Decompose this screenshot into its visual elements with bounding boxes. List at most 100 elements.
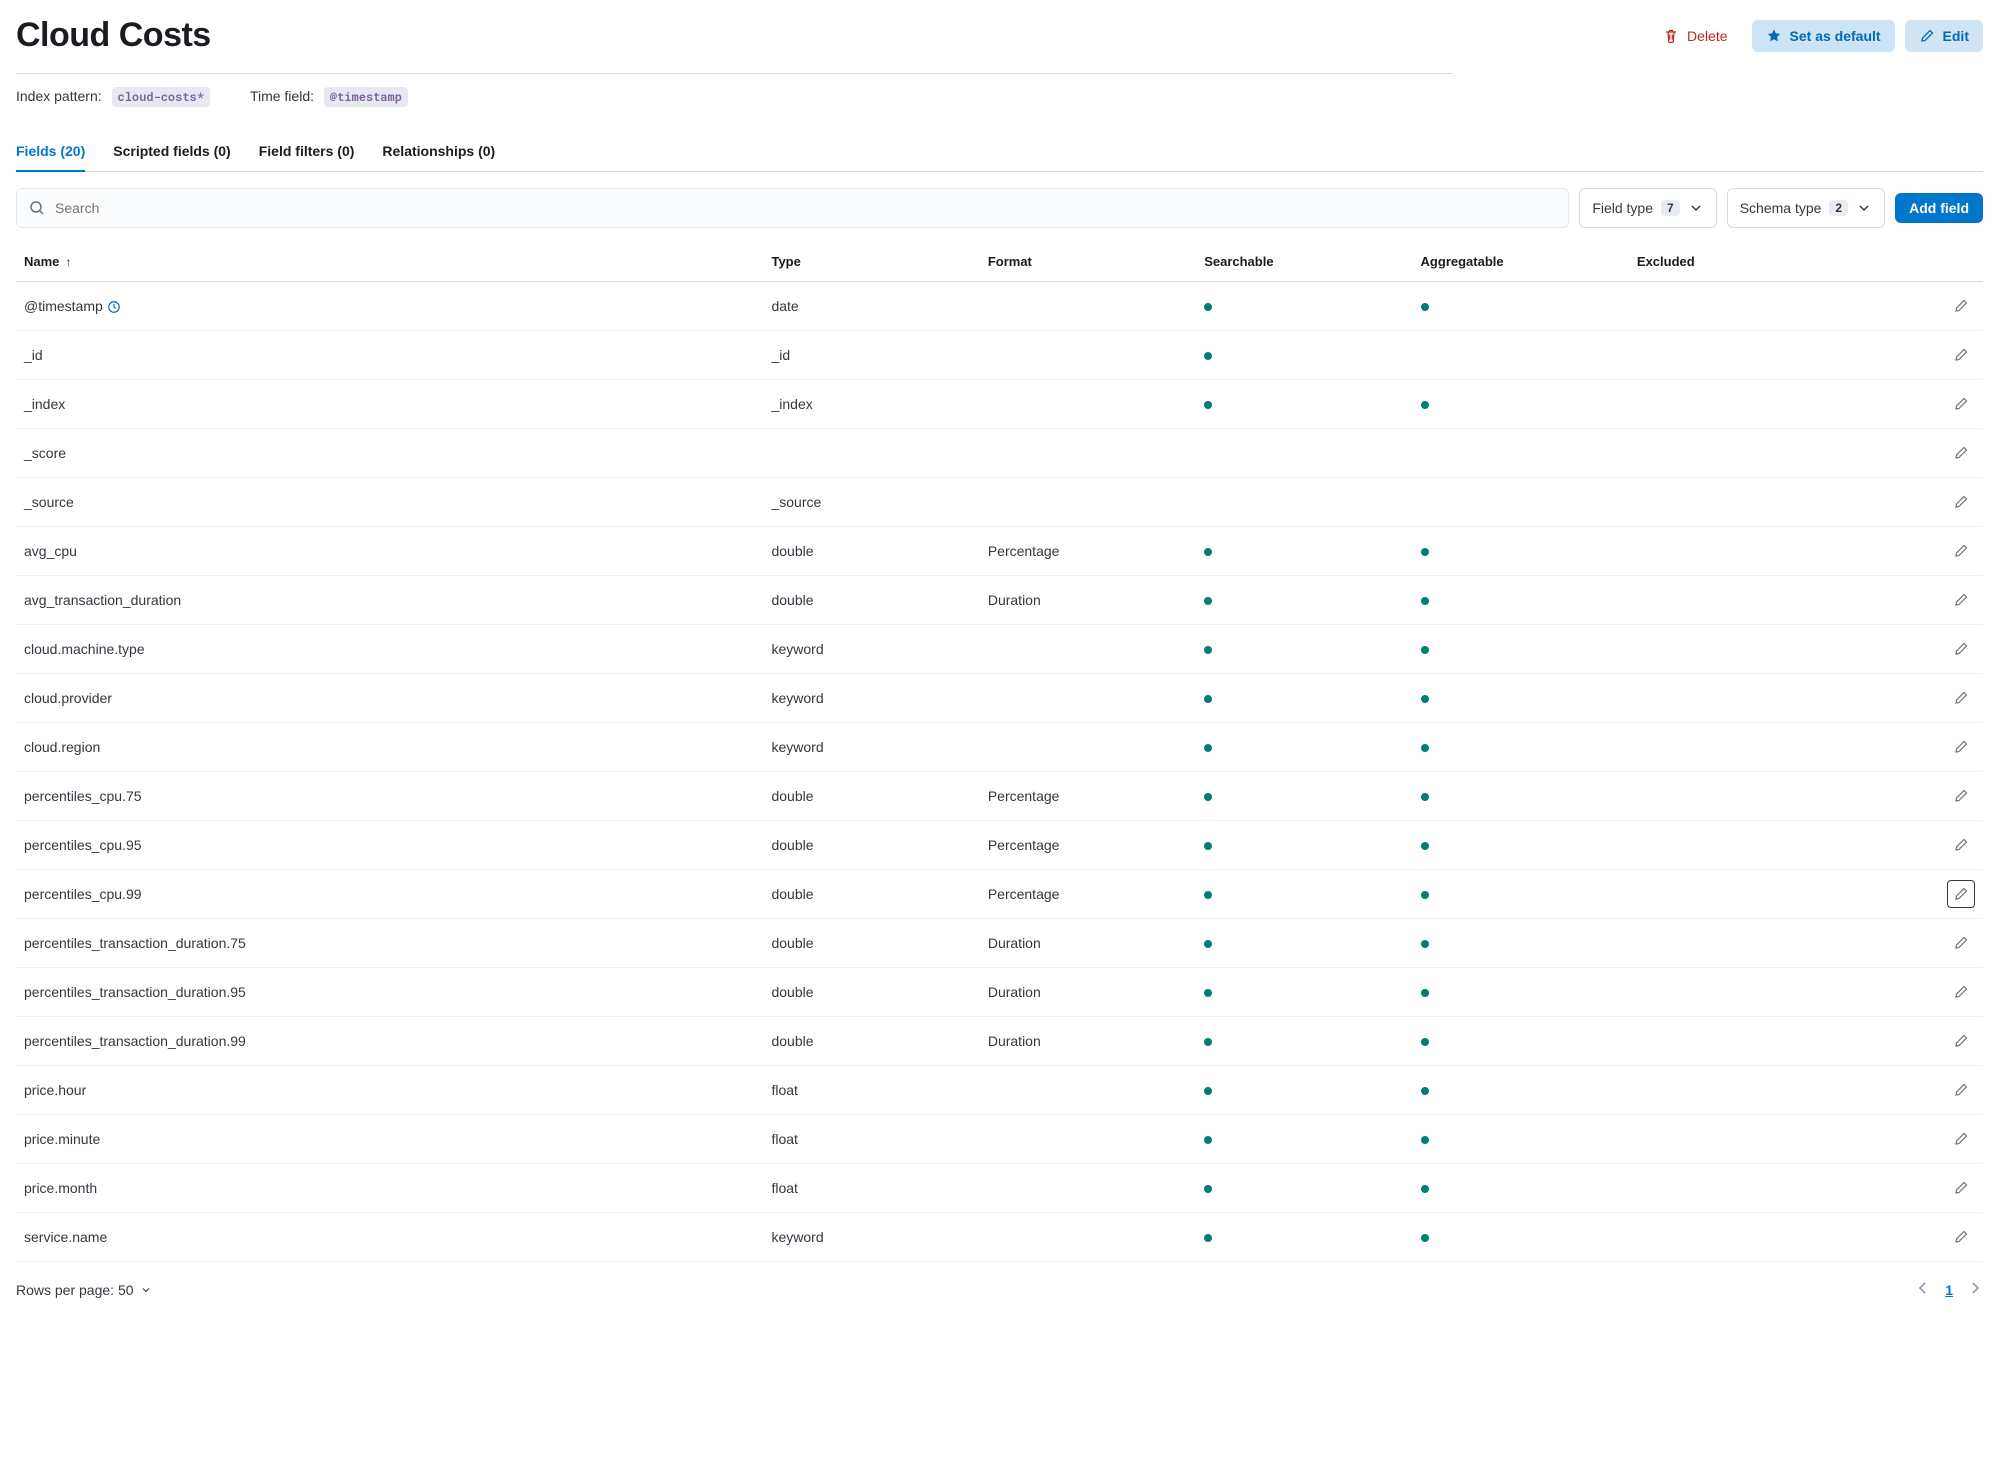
edit-field-button[interactable] bbox=[1947, 880, 1975, 908]
edit-field-button[interactable] bbox=[1947, 831, 1975, 859]
edit-field-button[interactable] bbox=[1947, 1174, 1975, 1202]
edit-field-button[interactable] bbox=[1947, 733, 1975, 761]
cell-searchable bbox=[1196, 1017, 1412, 1066]
cell-searchable bbox=[1196, 821, 1412, 870]
edit-field-button[interactable] bbox=[1947, 488, 1975, 516]
cell-actions bbox=[1845, 870, 1983, 919]
table-row: percentiles_cpu.99doublePercentage bbox=[16, 870, 1983, 919]
dot-icon bbox=[1204, 401, 1212, 409]
dot-icon bbox=[1204, 940, 1212, 948]
schema-type-filter[interactable]: Schema type 2 bbox=[1727, 188, 1885, 228]
chevron-down-icon bbox=[1856, 200, 1872, 216]
dot-icon bbox=[1421, 695, 1429, 703]
edit-field-button[interactable] bbox=[1947, 1223, 1975, 1251]
cell-excluded bbox=[1629, 870, 1845, 919]
edit-button[interactable]: Edit bbox=[1905, 20, 1983, 52]
dot-icon bbox=[1421, 793, 1429, 801]
dot-icon bbox=[1421, 597, 1429, 605]
edit-field-button[interactable] bbox=[1947, 341, 1975, 369]
cell-aggregatable bbox=[1413, 968, 1629, 1017]
cell-aggregatable bbox=[1413, 527, 1629, 576]
tab[interactable]: Scripted fields (0) bbox=[113, 133, 230, 171]
pencil-icon bbox=[1953, 984, 1969, 1000]
edit-field-button[interactable] bbox=[1947, 292, 1975, 320]
edit-field-button[interactable] bbox=[1947, 684, 1975, 712]
cell-actions bbox=[1845, 1017, 1983, 1066]
tab[interactable]: Relationships (0) bbox=[382, 133, 495, 171]
edit-field-button[interactable] bbox=[1947, 978, 1975, 1006]
dot-icon bbox=[1421, 940, 1429, 948]
col-name[interactable]: Name↑ bbox=[16, 244, 763, 282]
add-field-button[interactable]: Add field bbox=[1895, 193, 1983, 223]
table-row: price.hourfloat bbox=[16, 1066, 1983, 1115]
edit-field-button[interactable] bbox=[1947, 1027, 1975, 1055]
chevron-down-icon bbox=[1688, 200, 1704, 216]
cell-excluded bbox=[1629, 429, 1845, 478]
pager-current[interactable]: 1 bbox=[1945, 1282, 1953, 1298]
edit-field-button[interactable] bbox=[1947, 782, 1975, 810]
cell-actions bbox=[1845, 527, 1983, 576]
search-wrapper[interactable] bbox=[16, 188, 1569, 228]
pencil-icon bbox=[1953, 347, 1969, 363]
cell-type: double bbox=[763, 1017, 979, 1066]
cell-aggregatable bbox=[1413, 1213, 1629, 1262]
cell-excluded bbox=[1629, 723, 1845, 772]
cell-aggregatable bbox=[1413, 1115, 1629, 1164]
chevron-down-icon bbox=[140, 1284, 152, 1296]
cell-name: _source bbox=[16, 478, 763, 527]
col-aggregatable[interactable]: Aggregatable bbox=[1413, 244, 1629, 282]
col-type[interactable]: Type bbox=[763, 244, 979, 282]
edit-field-button[interactable] bbox=[1947, 537, 1975, 565]
pager-prev[interactable] bbox=[1915, 1280, 1931, 1299]
cell-aggregatable bbox=[1413, 576, 1629, 625]
sort-ascending-icon: ↑ bbox=[65, 255, 71, 269]
table-row: cloud.machine.typekeyword bbox=[16, 625, 1983, 674]
table-row: price.minutefloat bbox=[16, 1115, 1983, 1164]
cell-excluded bbox=[1629, 919, 1845, 968]
pencil-icon bbox=[1953, 690, 1969, 706]
dot-icon bbox=[1421, 842, 1429, 850]
delete-button[interactable]: Delete bbox=[1649, 20, 1741, 52]
pencil-icon bbox=[1953, 396, 1969, 412]
cell-aggregatable bbox=[1413, 429, 1629, 478]
edit-field-button[interactable] bbox=[1947, 390, 1975, 418]
edit-field-button[interactable] bbox=[1947, 1125, 1975, 1153]
chevron-right-icon bbox=[1967, 1280, 1983, 1296]
pencil-icon bbox=[1953, 641, 1969, 657]
tab[interactable]: Field filters (0) bbox=[259, 133, 355, 171]
edit-field-button[interactable] bbox=[1947, 635, 1975, 663]
cell-name: cloud.provider bbox=[16, 674, 763, 723]
edit-field-button[interactable] bbox=[1947, 929, 1975, 957]
dot-icon bbox=[1204, 1234, 1212, 1242]
dot-icon bbox=[1421, 891, 1429, 899]
cell-type: keyword bbox=[763, 1213, 979, 1262]
cell-format bbox=[980, 331, 1196, 380]
col-excluded[interactable]: Excluded bbox=[1629, 244, 1845, 282]
edit-field-button[interactable] bbox=[1947, 586, 1975, 614]
cell-name: percentiles_transaction_duration.99 bbox=[16, 1017, 763, 1066]
table-row: avg_transaction_durationdoubleDuration bbox=[16, 576, 1983, 625]
cell-searchable bbox=[1196, 576, 1412, 625]
cell-aggregatable bbox=[1413, 625, 1629, 674]
set-default-button[interactable]: Set as default bbox=[1752, 20, 1895, 52]
cell-searchable bbox=[1196, 331, 1412, 380]
search-input[interactable] bbox=[53, 199, 1556, 217]
col-format[interactable]: Format bbox=[980, 244, 1196, 282]
cell-excluded bbox=[1629, 625, 1845, 674]
cell-type: double bbox=[763, 772, 979, 821]
rows-per-page[interactable]: Rows per page: 50 bbox=[16, 1282, 152, 1298]
edit-field-button[interactable] bbox=[1947, 1076, 1975, 1104]
star-icon bbox=[1766, 28, 1782, 44]
pencil-icon bbox=[1953, 298, 1969, 314]
dot-icon bbox=[1421, 989, 1429, 997]
pager-next[interactable] bbox=[1967, 1280, 1983, 1299]
cell-aggregatable bbox=[1413, 1017, 1629, 1066]
cell-excluded bbox=[1629, 1164, 1845, 1213]
col-searchable[interactable]: Searchable bbox=[1196, 244, 1412, 282]
table-row: service.namekeyword bbox=[16, 1213, 1983, 1262]
dot-icon bbox=[1421, 401, 1429, 409]
edit-field-button[interactable] bbox=[1947, 439, 1975, 467]
tab[interactable]: Fields (20) bbox=[16, 133, 85, 171]
field-type-filter[interactable]: Field type 7 bbox=[1579, 188, 1716, 228]
pencil-icon bbox=[1953, 592, 1969, 608]
